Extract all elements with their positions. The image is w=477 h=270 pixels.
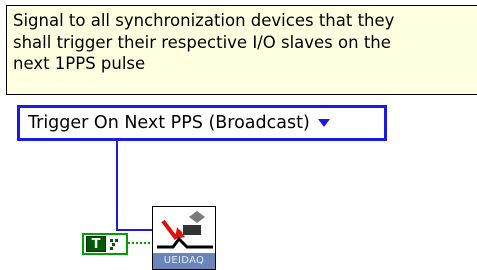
subvi-banner: UEIDAQ: [153, 253, 215, 269]
boolean-t-glyph: T: [86, 236, 106, 252]
boolean-toggle-icon: [109, 237, 121, 251]
ring-selected-value: Trigger On Next PPS (Broadcast): [28, 113, 310, 133]
enum-wire[interactable]: [116, 141, 152, 231]
dropdown-arrow-icon[interactable]: [317, 119, 330, 127]
boolean-true-constant[interactable]: T: [82, 233, 128, 255]
trigger-mode-ring-constant[interactable]: Trigger On Next PPS (Broadcast): [17, 105, 387, 141]
trigger-signal-icon: [157, 211, 213, 249]
ueidaq-trigger-subvi[interactable]: UEIDAQ: [152, 206, 216, 270]
